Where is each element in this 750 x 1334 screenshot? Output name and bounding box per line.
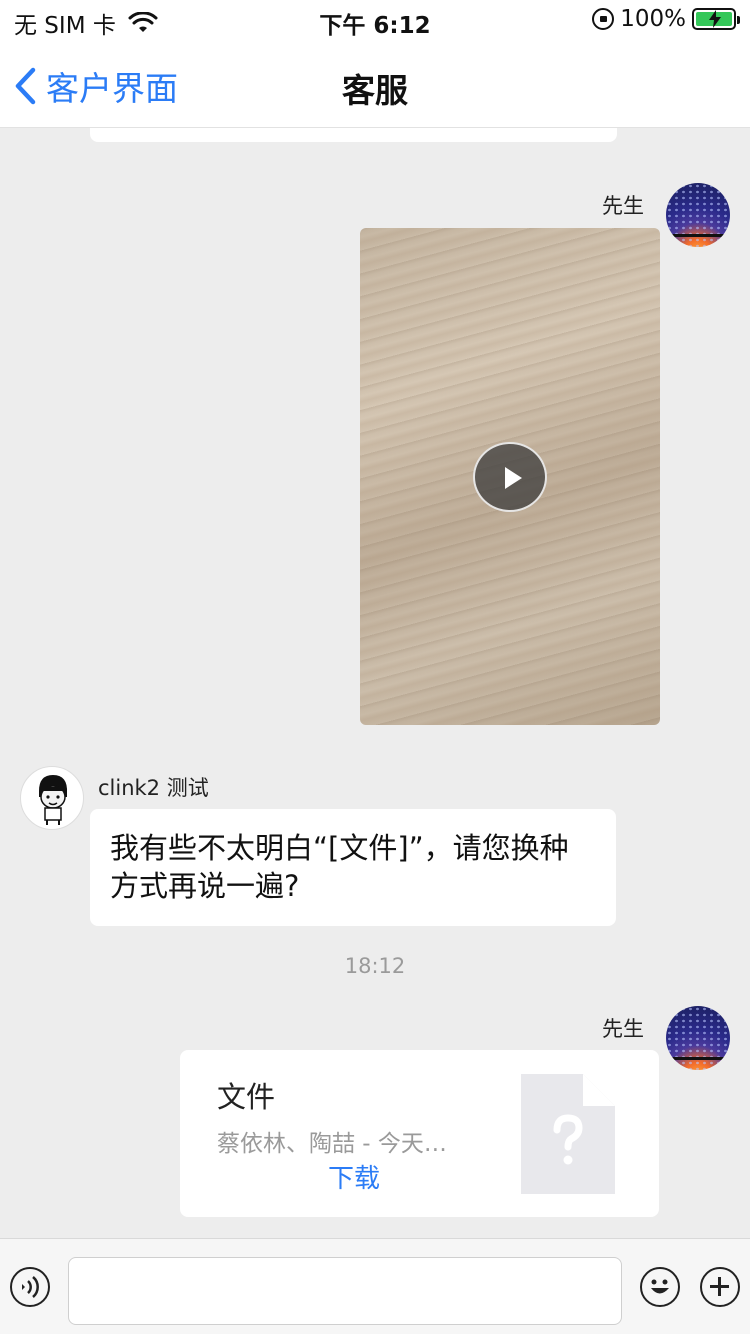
input-bar bbox=[0, 1238, 750, 1334]
message-timestamp: 18:12 bbox=[344, 954, 406, 978]
navigation-bar: 客户界面 客服 bbox=[0, 40, 750, 128]
message-input[interactable] bbox=[68, 1257, 622, 1325]
battery-percent: 100% bbox=[620, 6, 686, 32]
emoji-button[interactable] bbox=[640, 1267, 680, 1307]
emoji-icon bbox=[651, 1279, 669, 1294]
agent-message-bubble[interactable]: 我有些不太明白“[文件]”，请您换种方式再说一遍? bbox=[90, 809, 616, 926]
orientation-lock-icon bbox=[592, 8, 615, 30]
voice-button[interactable] bbox=[10, 1267, 50, 1307]
cartoon-avatar-icon bbox=[39, 775, 68, 825]
avatar[interactable] bbox=[666, 183, 730, 247]
add-button[interactable] bbox=[700, 1267, 740, 1307]
status-bar: 无 SIM 卡 下午 6:12 100% bbox=[0, 0, 750, 40]
download-link[interactable]: 下载 bbox=[328, 1158, 380, 1195]
file-subtitle: 蔡依林、陶喆 - 今天… bbox=[217, 1131, 447, 1157]
unknown-file-icon bbox=[521, 1074, 615, 1194]
file-title: 文件 bbox=[217, 1080, 276, 1114]
agent-name: clink2 测试 bbox=[98, 776, 209, 800]
charging-bolt-icon bbox=[709, 10, 721, 28]
voice-icon bbox=[22, 1276, 39, 1298]
previous-message-bubble[interactable] bbox=[90, 128, 617, 142]
page-title: 客服 bbox=[342, 71, 408, 110]
video-message[interactable] bbox=[360, 228, 660, 725]
sender-name: 先生 bbox=[602, 194, 644, 218]
play-icon bbox=[505, 467, 522, 489]
play-button[interactable] bbox=[473, 442, 547, 512]
battery-icon bbox=[692, 8, 740, 30]
sender-name: 先生 bbox=[602, 1017, 644, 1041]
avatar[interactable] bbox=[666, 1006, 730, 1070]
message-list[interactable]: 先生 clink2 测试 我有些不太明白“[文件]”，请您换种方式再说一遍? 1… bbox=[0, 128, 750, 1238]
file-message[interactable]: 文件 蔡依林、陶喆 - 今天… 下载 bbox=[180, 1050, 659, 1217]
chat-screen: 无 SIM 卡 下午 6:12 100% 客户界面 客服 先生 clink2 测… bbox=[0, 0, 750, 1334]
agent-avatar[interactable] bbox=[20, 766, 84, 830]
